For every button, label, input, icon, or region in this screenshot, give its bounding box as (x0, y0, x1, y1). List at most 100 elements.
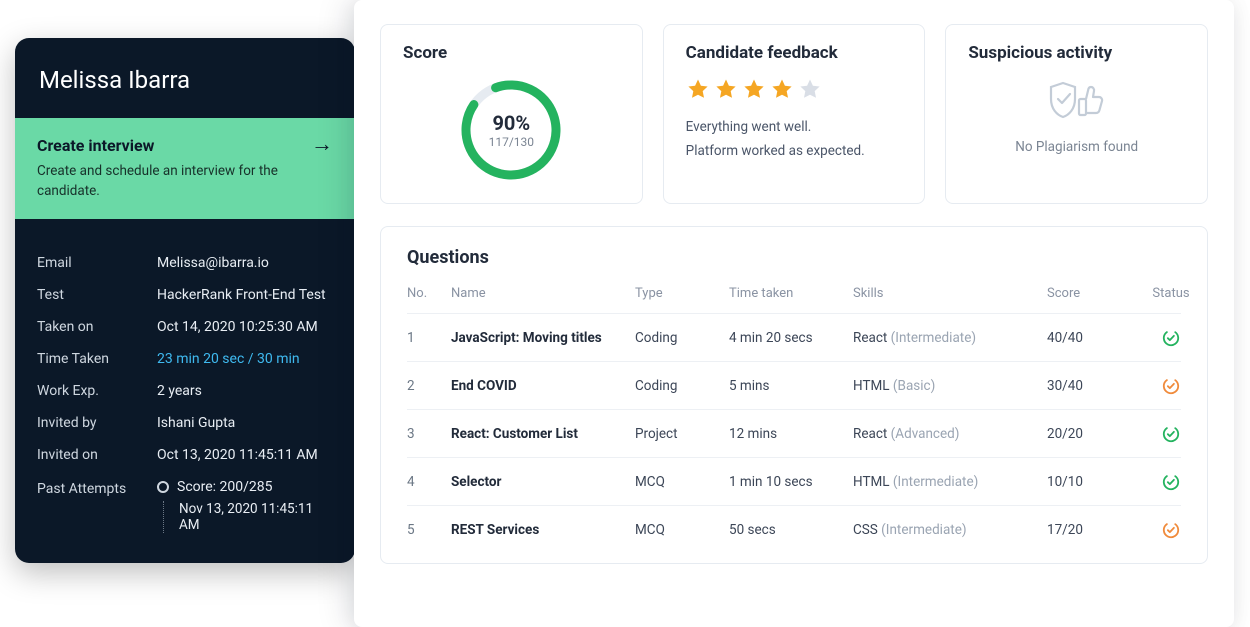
cell-time: 5 mins (729, 378, 849, 394)
check-circle-icon (1162, 473, 1180, 491)
main-panel: Score 90% 117/130 Candidate feedback (354, 0, 1234, 627)
create-interview-description: Create and schedule an interview for the… (37, 162, 297, 201)
col-skills: Skills (853, 286, 1043, 301)
feedback-line-1: Everything went well. (686, 115, 903, 139)
cell-time: 50 secs (729, 522, 849, 538)
suspicious-card: Suspicious activity No Plagiarism found (945, 24, 1208, 204)
score-percent: 90% (492, 111, 530, 135)
questions-title: Questions (407, 247, 1181, 268)
table-row[interactable]: 5 REST Services MCQ 50 secs CSS (Interme… (407, 505, 1181, 553)
col-name: Name (451, 286, 631, 301)
cell-status (1141, 329, 1201, 347)
cell-skills: CSS (Intermediate) (853, 522, 1043, 538)
suspicious-title: Suspicious activity (968, 43, 1185, 63)
suspicious-text: No Plagiarism found (1015, 139, 1138, 155)
shield-thumbsup-icon (1045, 77, 1109, 125)
partial-circle-icon (1162, 521, 1180, 539)
cell-score: 40/40 (1047, 330, 1137, 346)
star-filled-icon (686, 77, 710, 101)
cell-time: 1 min 10 secs (729, 474, 849, 490)
cell-time: 12 mins (729, 426, 849, 442)
cell-time: 4 min 20 secs (729, 330, 849, 346)
cell-no: 5 (407, 522, 447, 538)
cell-status (1141, 521, 1201, 539)
past-attempts-value: Score: 200/285 Nov 13, 2020 11:45:11 AM (157, 479, 333, 533)
candidate-details: Email Melissa@ibarra.io Test HackerRank … (15, 219, 355, 553)
create-interview-card[interactable]: Create interview → Create and schedule a… (15, 118, 355, 219)
cell-skills: HTML (Basic) (853, 378, 1043, 394)
cell-skills: HTML (Intermediate) (853, 474, 1043, 490)
create-interview-title: Create interview (37, 136, 154, 155)
candidate-name: Melissa Ibarra (15, 38, 355, 118)
cell-status (1141, 377, 1201, 395)
cell-status (1141, 473, 1201, 491)
cell-no: 1 (407, 330, 447, 346)
cell-name: Selector (451, 474, 631, 490)
cell-skills: React (Intermediate) (853, 330, 1043, 346)
feedback-line-2: Platform worked as expected. (686, 139, 903, 163)
questions-card: Questions No. Name Type Time taken Skill… (380, 226, 1208, 564)
cell-name: JavaScript: Moving titles (451, 330, 631, 346)
email-value: Melissa@ibarra.io (157, 255, 269, 271)
score-title: Score (403, 43, 620, 63)
cell-name: End COVID (451, 378, 631, 394)
arrow-right-icon: → (311, 134, 333, 156)
invited-by-label: Invited by (37, 415, 157, 431)
star-filled-icon (742, 77, 766, 101)
col-score: Score (1047, 286, 1137, 301)
cell-no: 4 (407, 474, 447, 490)
time-taken-value: 23 min 20 sec / 30 min (157, 351, 300, 367)
cell-score: 20/20 (1047, 426, 1137, 442)
col-type: Type (635, 286, 725, 301)
work-exp-value: 2 years (157, 383, 202, 399)
cell-status (1141, 425, 1201, 443)
invited-on-value: Oct 13, 2020 11:45:11 AM (157, 447, 318, 463)
cell-type: Project (635, 426, 725, 442)
table-row[interactable]: 3 React: Customer List Project 12 mins R… (407, 409, 1181, 457)
cell-type: Coding (635, 378, 725, 394)
time-taken-label: Time Taken (37, 351, 157, 367)
cell-skills: React (Advanced) (853, 426, 1043, 442)
partial-circle-icon (1162, 377, 1180, 395)
invited-on-label: Invited on (37, 447, 157, 463)
table-row[interactable]: 1 JavaScript: Moving titles Coding 4 min… (407, 313, 1181, 361)
check-circle-icon (1162, 329, 1180, 347)
taken-on-label: Taken on (37, 319, 157, 335)
work-exp-label: Work Exp. (37, 383, 157, 399)
past-attempts-label: Past Attempts (37, 481, 157, 497)
cell-type: Coding (635, 330, 725, 346)
feedback-card: Candidate feedback Everything went well.… (663, 24, 926, 204)
feedback-title: Candidate feedback (686, 43, 903, 63)
check-circle-icon (1162, 425, 1180, 443)
timeline-dot-icon (157, 481, 169, 493)
taken-on-value: Oct 14, 2020 10:25:30 AM (157, 319, 318, 335)
past-attempt-date: Nov 13, 2020 11:45:11 AM (163, 501, 333, 533)
past-attempt-score: Score: 200/285 (177, 479, 273, 495)
star-filled-icon (714, 77, 738, 101)
email-label: Email (37, 255, 157, 271)
candidate-sidebar: Melissa Ibarra Create interview → Create… (15, 38, 355, 563)
test-value: HackerRank Front-End Test (157, 287, 326, 303)
cell-name: REST Services (451, 522, 631, 538)
table-row[interactable]: 4 Selector MCQ 1 min 10 secs HTML (Inter… (407, 457, 1181, 505)
star-empty-icon (798, 77, 822, 101)
cell-name: React: Customer List (451, 426, 631, 442)
feedback-stars (686, 77, 903, 101)
invited-by-value: Ishani Gupta (157, 415, 235, 431)
col-status: Status (1141, 286, 1201, 301)
cell-type: MCQ (635, 522, 725, 538)
col-time: Time taken (729, 286, 849, 301)
score-fraction: 117/130 (489, 135, 534, 149)
cell-no: 3 (407, 426, 447, 442)
table-row[interactable]: 2 End COVID Coding 5 mins HTML (Basic) 3… (407, 361, 1181, 409)
star-filled-icon (770, 77, 794, 101)
test-label: Test (37, 287, 157, 303)
cell-type: MCQ (635, 474, 725, 490)
cell-no: 2 (407, 378, 447, 394)
cell-score: 17/20 (1047, 522, 1137, 538)
col-no: No. (407, 286, 447, 301)
cell-score: 30/40 (1047, 378, 1137, 394)
score-donut: 90% 117/130 (458, 77, 564, 183)
score-card: Score 90% 117/130 (380, 24, 643, 204)
questions-header-row: No. Name Type Time taken Skills Score St… (407, 286, 1181, 313)
